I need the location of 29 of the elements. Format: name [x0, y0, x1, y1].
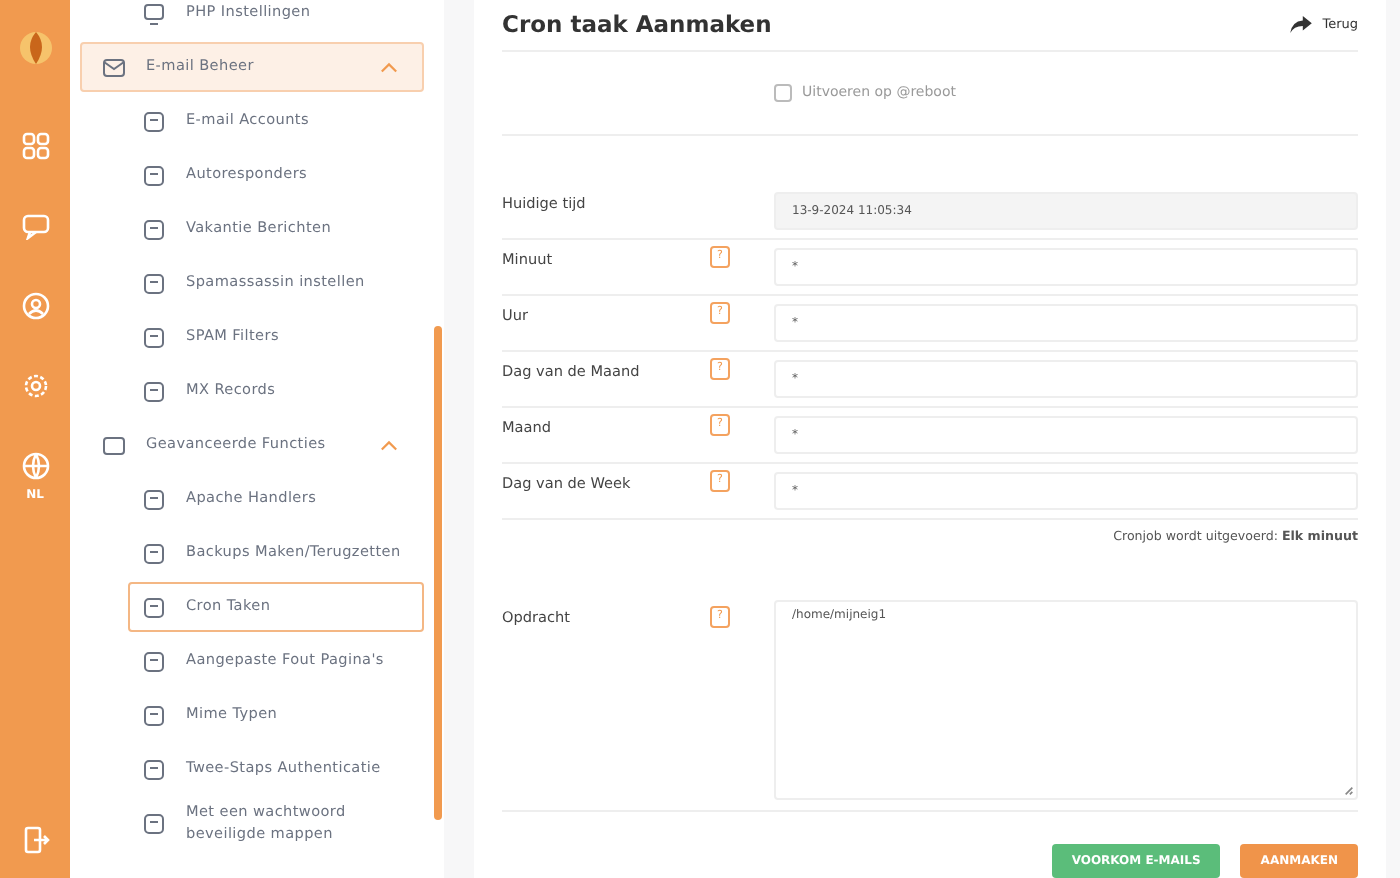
envelope-icon: [102, 55, 126, 79]
chat-icon[interactable]: [21, 212, 49, 240]
page-title: Cron taak Aanmaken: [502, 10, 772, 39]
settings-icon[interactable]: [21, 372, 49, 400]
chevron-icon: [380, 61, 398, 73]
globe-icon[interactable]: [21, 452, 49, 480]
document-icon: [102, 433, 126, 457]
page-icon: [142, 217, 166, 241]
page-icon: [142, 163, 166, 187]
page-icon: [142, 703, 166, 727]
page-icon: [142, 379, 166, 403]
page-icon: [142, 271, 166, 295]
page-icon: [142, 487, 166, 511]
monitor-icon: [142, 1, 166, 25]
page-icon: [142, 109, 166, 133]
logout-icon[interactable]: [21, 826, 49, 854]
user-icon[interactable]: [21, 292, 49, 320]
resize-grip-icon[interactable]: [1344, 786, 1354, 796]
page-icon: [142, 649, 166, 673]
page-icon: [142, 541, 166, 565]
grid-icon[interactable]: [21, 132, 49, 160]
logo-icon[interactable]: [15, 26, 55, 66]
page-icon: [142, 595, 166, 619]
scrollbar[interactable]: [434, 326, 442, 820]
share-arrow-icon: [1290, 15, 1313, 34]
chevron-icon: [380, 439, 398, 451]
page-icon: [142, 325, 166, 349]
page-icon: [142, 811, 166, 835]
page-icon: [142, 757, 166, 781]
